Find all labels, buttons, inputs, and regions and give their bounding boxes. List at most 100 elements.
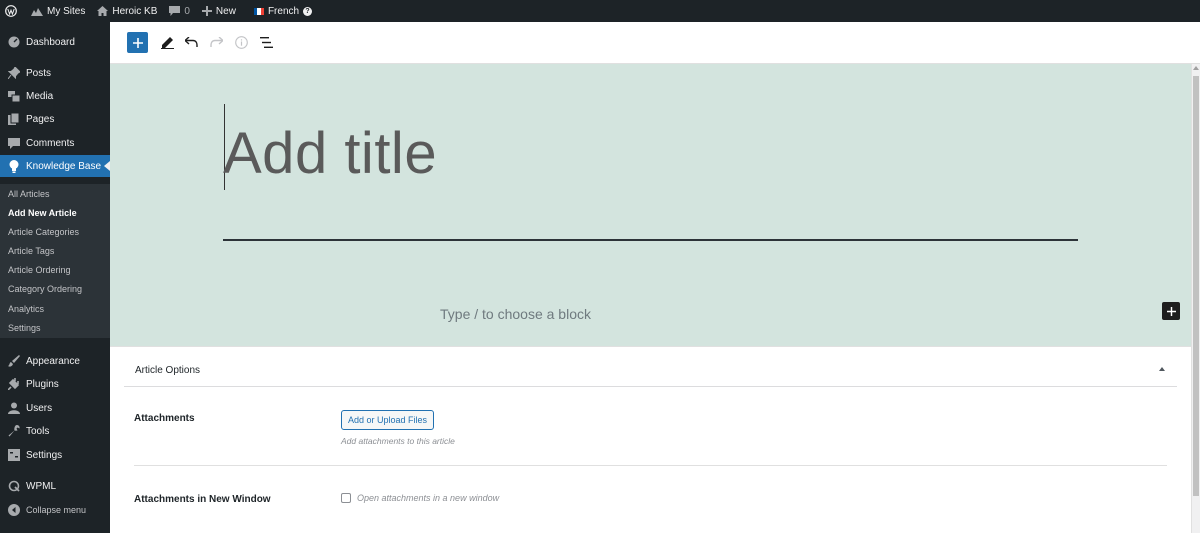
sidebar-item-settings[interactable]: Settings [0,444,110,466]
pushpin-icon [7,67,20,80]
sidebar-item-label: Posts [26,67,52,79]
my-sites-icon [31,8,43,16]
plus-icon [201,6,212,16]
sidebar-item-media[interactable]: Media [0,85,110,107]
submenu-add-new-article[interactable]: Add New Article [8,208,77,218]
redo-button[interactable] [208,34,224,50]
sidebar-item-comments[interactable]: Comments [0,132,110,154]
plus-icon [132,37,143,48]
attachments-new-window-label: Attachments in New Window [134,494,271,505]
comments-count: 0 [184,5,190,17]
home-icon [97,6,109,16]
submenu-article-ordering[interactable]: Article Ordering [8,265,71,275]
my-sites-label: My Sites [47,5,86,17]
add-or-upload-files-button[interactable]: Add or Upload Files [341,410,434,430]
sidebar-item-pages[interactable]: Pages [0,108,110,130]
comment-bubble-icon [169,6,181,16]
pencil-icon [160,36,174,49]
lightbulb-icon [7,159,20,173]
submenu-analytics[interactable]: Analytics [8,304,44,314]
sidebar-item-label: Media [26,90,54,102]
article-options-title: Article Options [135,365,201,376]
sidebar-item-label: Appearance [26,355,80,367]
sidebar-item-label: Knowledge Base [26,160,102,172]
media-icon [7,90,20,103]
collapse-caret-up-icon[interactable] [1159,367,1165,371]
submenu-all-articles[interactable]: All Articles [8,189,50,199]
new-content-menu[interactable]: New [196,0,242,22]
sidebar-item-wpml[interactable]: WPML [0,475,110,497]
sidebar-item-label: Users [26,402,53,414]
redo-icon [209,37,223,47]
language-label: French [267,5,300,17]
collapse-menu-button[interactable]: Collapse menu [0,499,110,521]
post-title-input[interactable]: Add title [223,120,437,187]
site-name-label: Heroic KB [112,5,158,17]
dashboard-icon [7,36,20,49]
new-label: New [215,5,236,17]
default-block-appender[interactable]: Type / to choose a block [440,306,591,322]
wrench-icon [7,425,20,438]
block-inserter-button[interactable] [127,32,148,53]
paintbrush-icon [7,355,20,368]
open-in-new-window-checkbox[interactable] [341,493,351,503]
meta-boxes-area: Article Options Attachments Add or Uploa… [110,346,1191,533]
details-button[interactable] [233,34,249,50]
submenu-article-tags[interactable]: Article Tags [8,246,54,256]
users-icon [7,402,20,415]
sidebar-item-users[interactable]: Users [0,397,110,419]
sidebar-item-posts[interactable]: Posts [0,62,110,84]
editor-canvas: Add title Type / to choose a block [110,64,1191,346]
sidebar-item-knowledge-base[interactable]: Knowledge Base [0,155,110,177]
sidebar-item-label: WPML [26,480,56,492]
collapse-arrow-icon [7,504,20,517]
editor-scrollbar[interactable] [1191,64,1200,533]
my-sites-menu[interactable]: My Sites [25,0,91,22]
list-view-icon [259,36,273,48]
undo-icon [184,37,198,47]
title-underline [223,239,1078,241]
pages-icon [7,113,20,126]
help-icon[interactable]: ? [303,6,313,16]
sidebar-item-dashboard[interactable]: Dashboard [0,31,110,53]
plug-icon [7,378,20,391]
info-icon [234,35,248,49]
sidebar-item-label: Settings [26,449,63,461]
collapse-menu-label: Collapse menu [26,505,87,515]
open-in-new-window-checkbox-label[interactable]: Open attachments in a new window [357,493,499,503]
sidebar-item-plugins[interactable]: Plugins [0,373,110,395]
editor-toolbar [110,22,1200,64]
sidebar-item-label: Comments [26,137,75,149]
sidebar-item-appearance[interactable]: Appearance [0,350,110,372]
list-view-button[interactable] [258,34,274,50]
knowledge-base-submenu: All Articles Add New Article Article Cat… [0,184,110,338]
add-block-button[interactable] [1162,302,1180,320]
settings-sliders-icon [7,449,20,462]
sidebar-item-label: Tools [26,425,50,437]
sidebar-item-label: Pages [26,113,55,125]
sidebar-item-tools[interactable]: Tools [0,420,110,442]
wordpress-logo-icon[interactable] [0,0,25,22]
tools-edit-button[interactable] [159,34,175,50]
sidebar-item-label: Dashboard [26,36,75,48]
admin-sidebar: Dashboard Posts Media Pages Comments Kno… [0,22,110,533]
sidebar-item-label: Plugins [26,378,59,390]
comments-icon [7,137,20,150]
comments-menu[interactable]: 0 [163,0,196,22]
scrollbar-thumb[interactable] [1193,76,1199,496]
submenu-article-categories[interactable]: Article Categories [8,227,79,237]
admin-bar: My Sites Heroic KB 0 New French ? [0,0,1200,22]
attachments-help-text: Add attachments to this article [341,436,455,446]
french-flag-icon [253,7,264,15]
plus-icon [1166,306,1176,316]
article-options-panel-header[interactable]: Article Options [124,359,1177,387]
undo-button[interactable] [183,34,199,50]
scroll-up-arrow-icon[interactable] [1193,66,1199,70]
attachments-label: Attachments [134,413,195,424]
language-switcher[interactable]: French ? [248,0,318,22]
site-name-menu[interactable]: Heroic KB [91,0,163,22]
submenu-settings[interactable]: Settings [8,323,41,333]
wpml-icon [7,480,20,493]
field-divider [134,465,1167,466]
submenu-category-ordering[interactable]: Category Ordering [8,284,82,294]
